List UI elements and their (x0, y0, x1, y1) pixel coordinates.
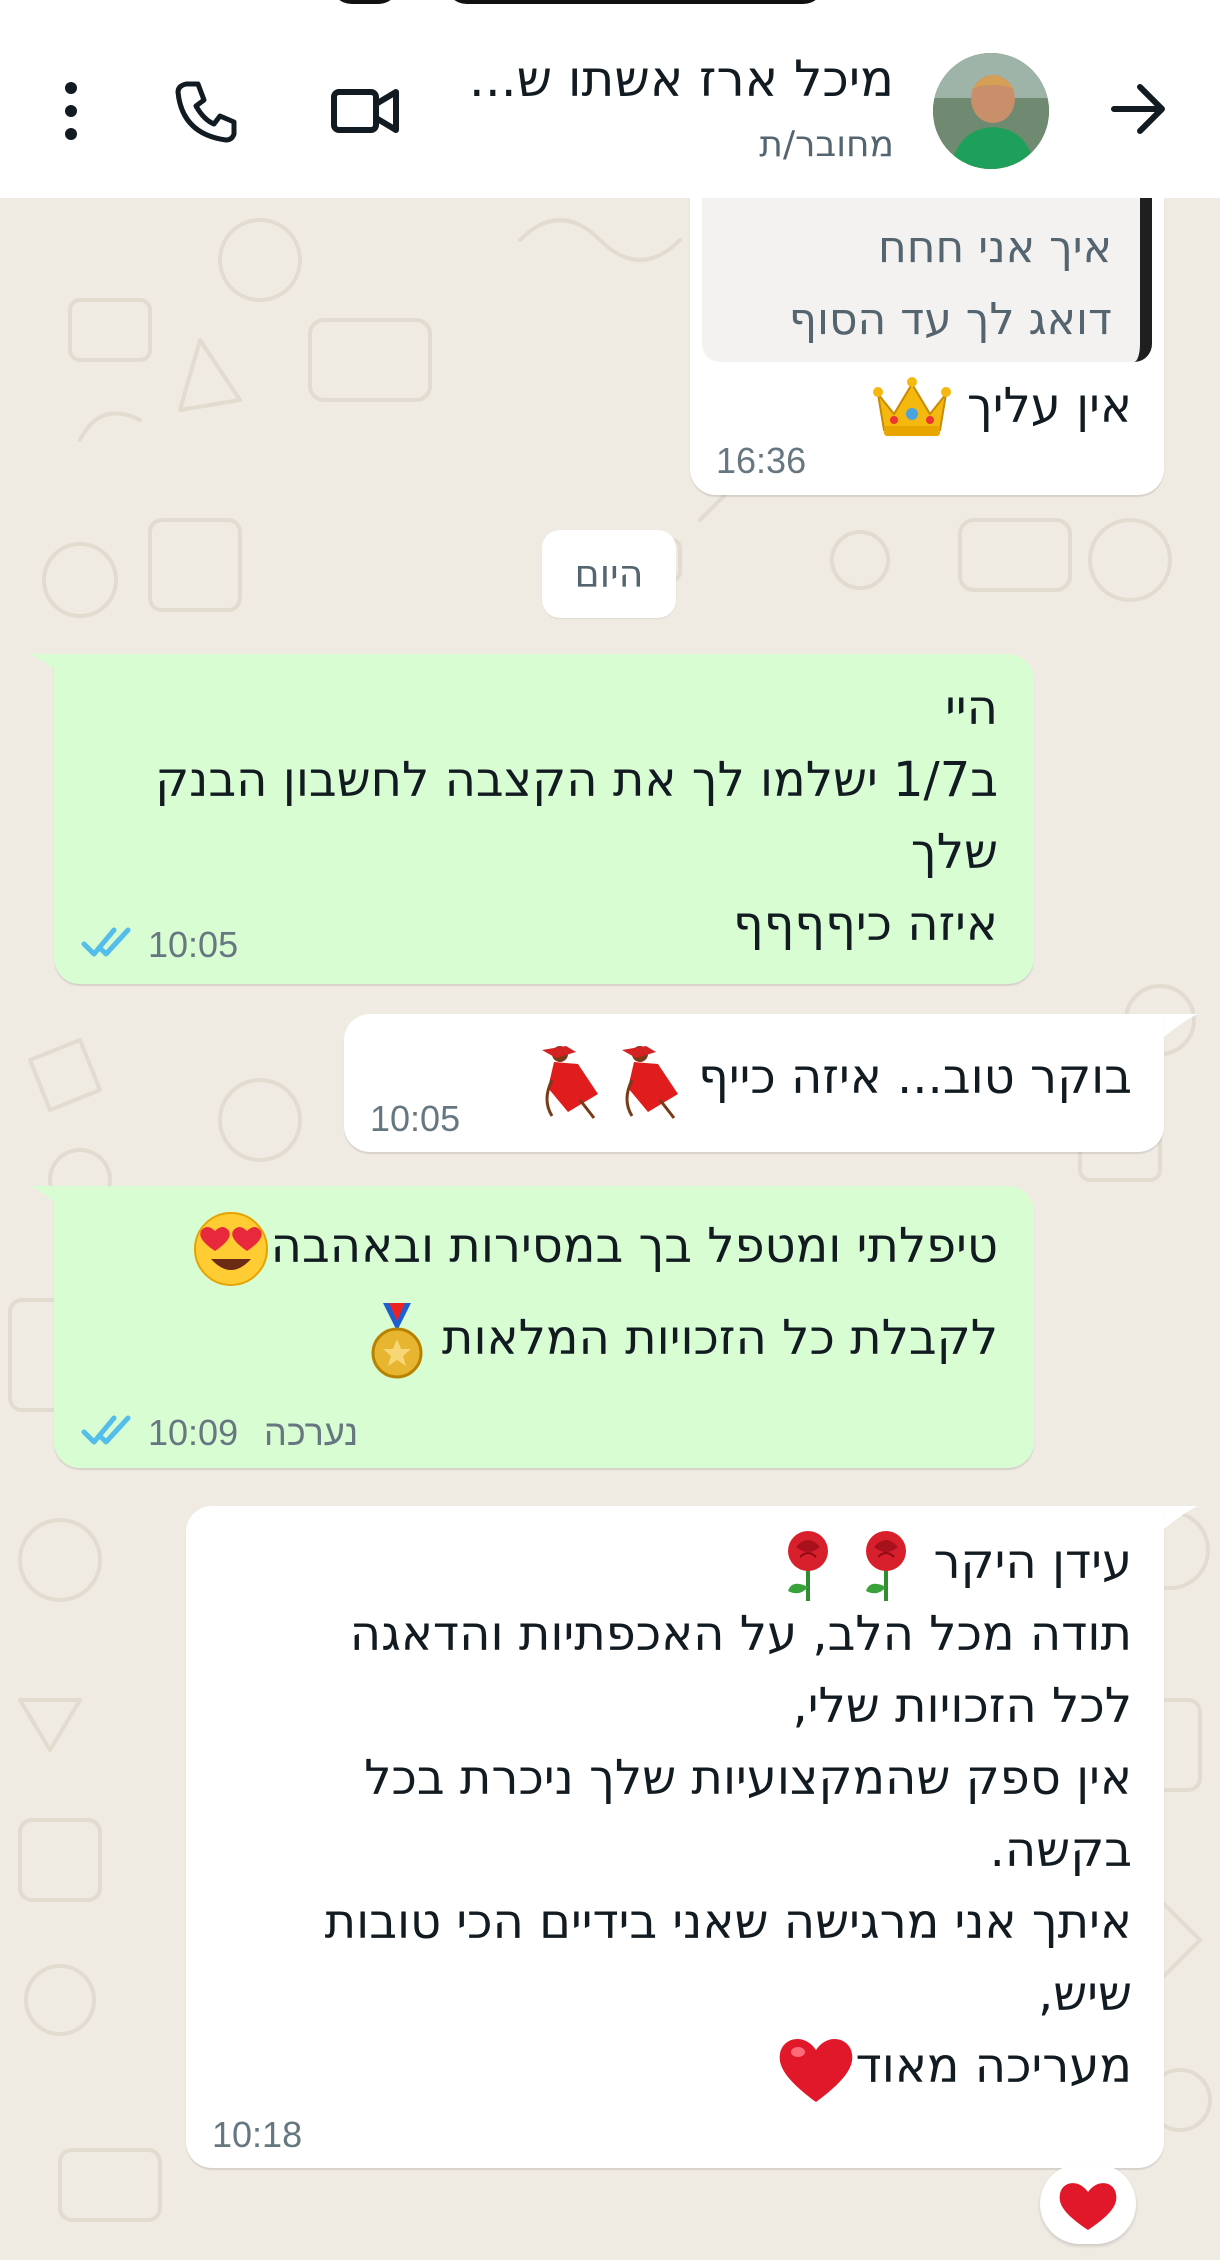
video-call-icon[interactable] (330, 80, 400, 140)
back-arrow-icon[interactable] (1104, 74, 1174, 144)
bubble-tail (1158, 1014, 1198, 1042)
quoted-text: איך אני חחח דואג לך עד הסוף (788, 222, 1112, 345)
message-text: תודה מכל הלב, על האכפתיות והדאגה לכל הזכ… (324, 1606, 1132, 2022)
message-time: 10:18 (212, 2114, 303, 2155)
quoted-message[interactable]: איך אני חחח דואג לך עד הסוף (702, 170, 1152, 362)
message-time: 10:05 (148, 924, 239, 965)
message-text: עידן היקר (778, 1526, 1132, 1603)
read-receipt-icon (81, 1415, 131, 1445)
medal-emoji (371, 1303, 423, 1379)
message-text: לקבלת כל הזכויות המלאות (367, 1298, 998, 1381)
message-incoming[interactable]: איך אני חחח דואג לך עד הסוף אין עליך 16:… (690, 170, 1164, 495)
message-incoming[interactable]: עידן היקר תודה מכל הלב, על האכפתיות והדא… (186, 1506, 1164, 2168)
chat-header: מיכל ארז אשתו ש... מחובר/ת (0, 0, 1220, 198)
message-outgoing[interactable]: טיפלתי ומטפל בך במסירות ובאהבה לקבלת כל … (54, 1186, 1034, 1468)
message-time: 10:09 (148, 1412, 239, 1453)
message-outgoing[interactable]: היי ב1/7 ישלמו לך את הקצבה לחשבון הבנק ש… (54, 654, 1034, 984)
status-bar-cutout (330, 0, 400, 4)
date-separator: היום (542, 530, 676, 618)
message-text: טיפלתי ומטפל בך במסירות ובאהבה (191, 1206, 998, 1289)
message-text: היי ב1/7 ישלמו לך את הקצבה לחשבון הבנק ש… (155, 680, 998, 952)
read-receipt-icon (81, 927, 131, 957)
avatar[interactable] (933, 53, 1049, 169)
message-incoming[interactable]: בוקר טוב... איזה כייף 10:05 (344, 1014, 1164, 1152)
message-time: 16:36 (716, 440, 807, 481)
red-heart-icon (1059, 2183, 1117, 2230)
message-reaction[interactable] (1040, 2164, 1136, 2244)
dancer-emoji (542, 1046, 679, 1119)
contact-name[interactable]: מיכל ארז אשתו ש... (394, 50, 894, 108)
message-text: מעריכה מאוד (776, 2030, 1132, 2106)
status-bar-cutout (445, 0, 825, 4)
message-time: 10:05 (370, 1098, 461, 1139)
heart-eyes-emoji (193, 1212, 268, 1286)
crown-emoji (872, 377, 951, 436)
phone-icon[interactable] (172, 76, 242, 146)
more-options-icon[interactable] (56, 76, 86, 146)
contact-status: מחובר/ת (759, 124, 894, 165)
message-text: אין עליך (872, 370, 1132, 442)
message-text: בוקר טוב... איזה כייף (538, 1040, 1132, 1120)
edited-label: נערכה (264, 1412, 359, 1453)
red-heart-emoji (779, 2038, 852, 2102)
rose-emoji (788, 1531, 907, 1601)
bubble-tail (1158, 1506, 1198, 1534)
